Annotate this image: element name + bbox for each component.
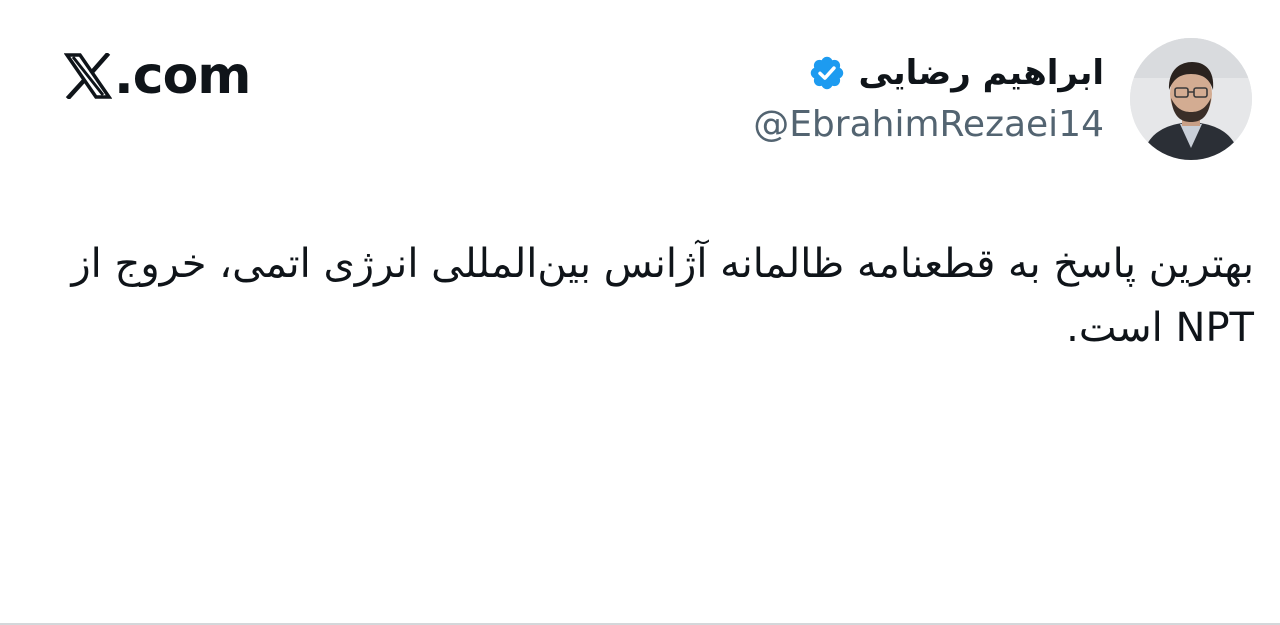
author-handle[interactable]: @EbrahimRezaei14 <box>753 104 1104 145</box>
x-logo-icon <box>64 53 112 99</box>
tweet-text: بهترین پاسخ به قطعنامه ظالمانه آژانس بین… <box>71 241 1254 351</box>
x-com-logo: .com <box>64 46 251 106</box>
author-name-row: ابراهیم رضایی <box>753 50 1104 96</box>
brand-domain-label: .com <box>114 46 251 106</box>
author-display-name[interactable]: ابراهیم رضایی <box>858 53 1104 93</box>
avatar[interactable] <box>1130 38 1252 160</box>
avatar-image <box>1130 38 1252 160</box>
verified-badge-icon <box>811 56 844 90</box>
author-info: ابراهیم رضایی @EbrahimRezaei14 <box>753 50 1104 145</box>
